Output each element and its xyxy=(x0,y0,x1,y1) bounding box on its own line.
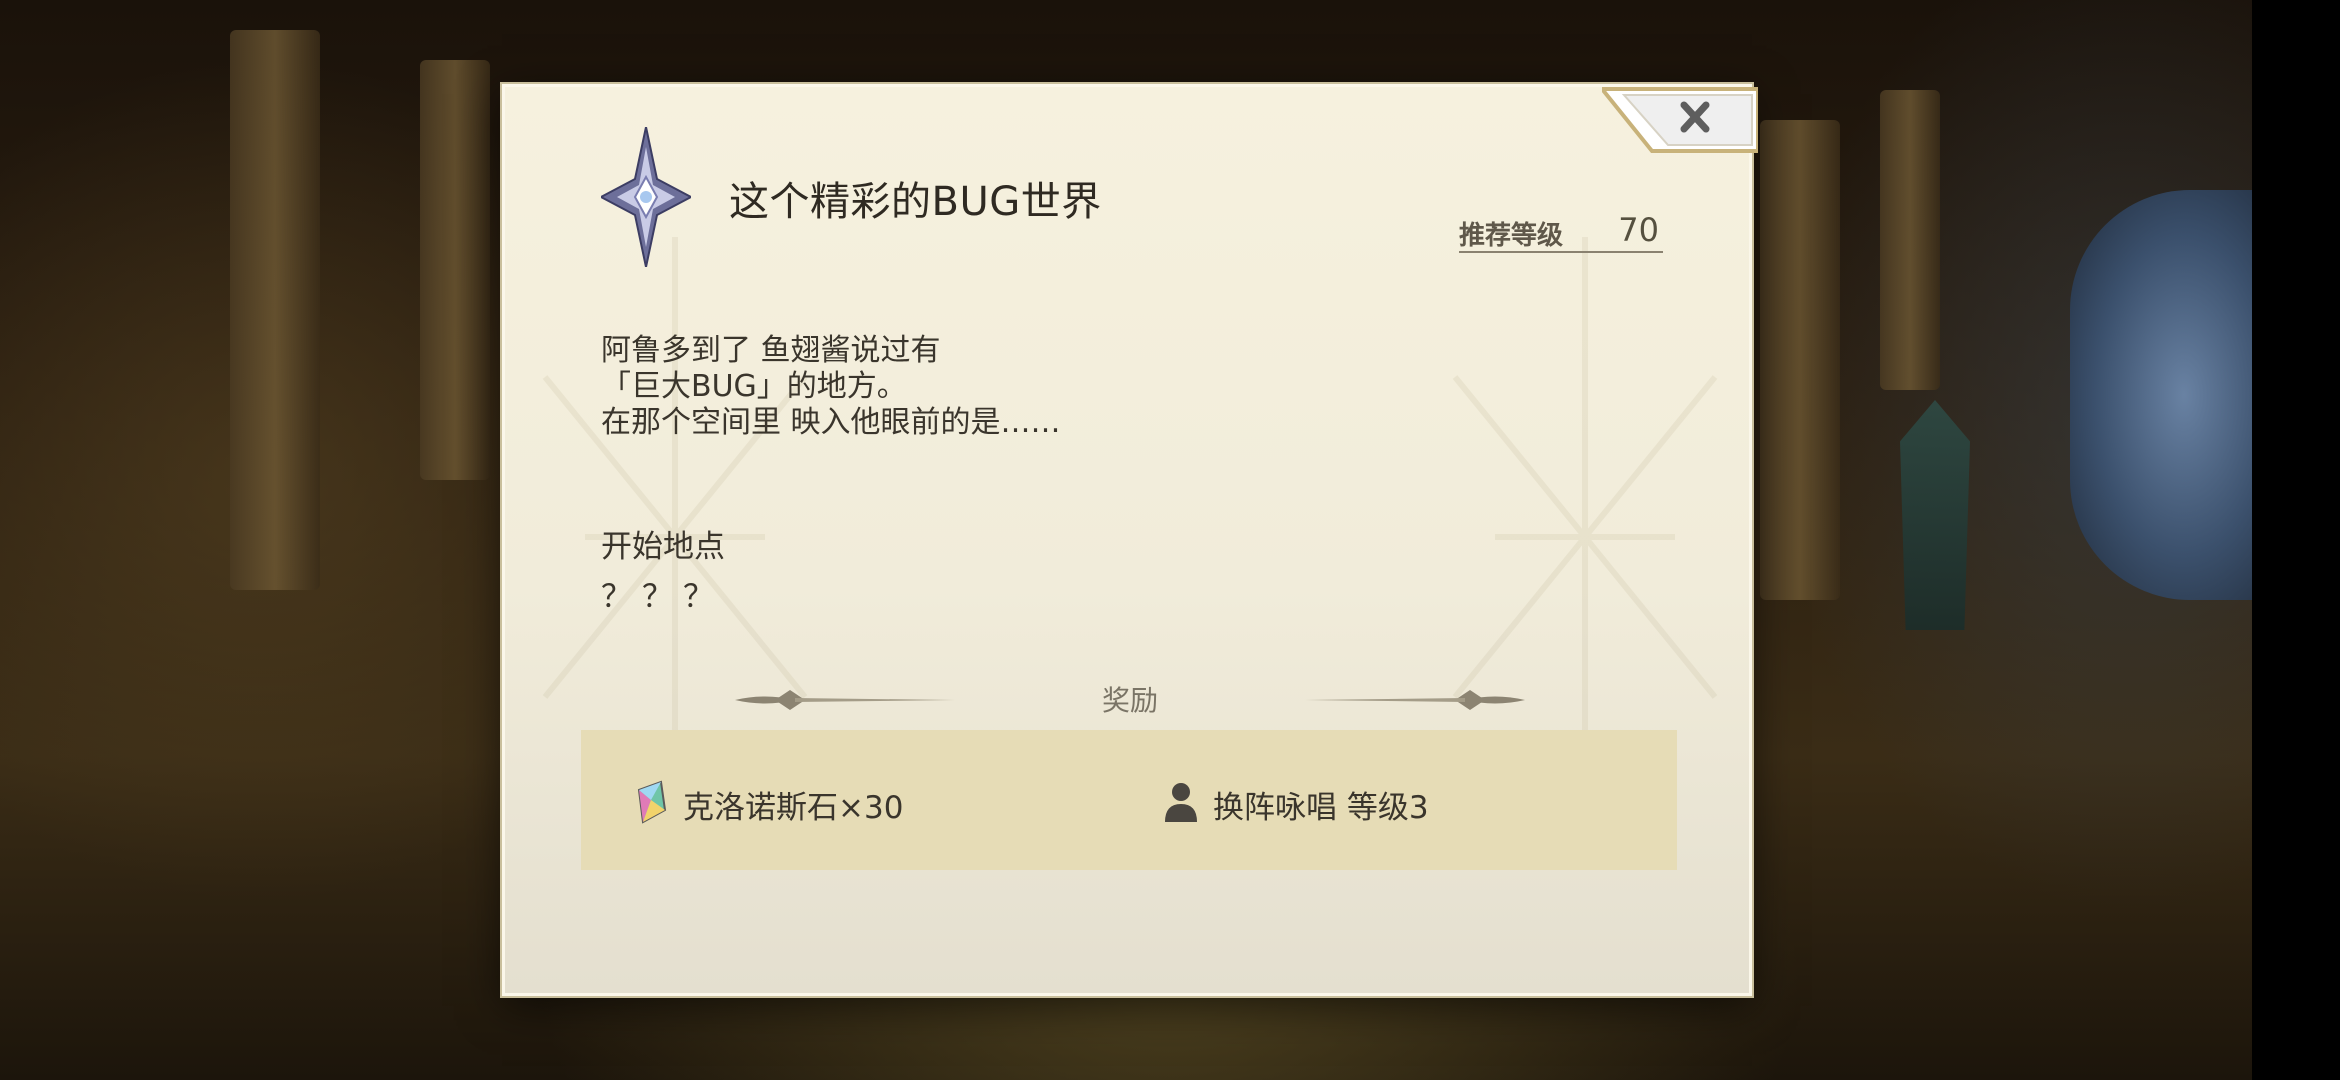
recommended-level-label: 推荐等级 xyxy=(1459,221,1564,251)
crystal-stone-icon xyxy=(637,780,667,824)
reward-header: 奖励 xyxy=(735,669,1525,729)
background-pillar xyxy=(420,60,490,480)
description-line: 「巨大BUG」的地方。 xyxy=(601,369,907,404)
start-location-label: 开始地点 xyxy=(601,529,725,565)
quest-description: 阿鲁多到了 鱼翅酱说过有 「巨大BUG」的地方。 在那个空间里 映入他眼前的是…… xyxy=(601,333,1061,441)
quest-title: 这个精彩的BUG世界 xyxy=(729,179,1102,225)
description-line: 在那个空间里 映入他眼前的是…… xyxy=(601,405,1061,440)
background-pillar xyxy=(230,30,320,590)
person-icon xyxy=(1165,783,1197,822)
close-button[interactable] xyxy=(1597,85,1760,155)
reward-item[interactable]: 换阵咏唱 等级3 xyxy=(1161,780,1561,826)
game-background: 这个精彩的BUG世界 推荐等级 70 阿鲁多到了 鱼翅酱说过有 「巨大BUG」的… xyxy=(0,0,2340,1080)
background-rune-stone xyxy=(1900,400,1970,630)
background-pillar xyxy=(1880,90,1940,390)
close-icon xyxy=(1597,87,1760,153)
description-line: 阿鲁多到了 鱼翅酱说过有 xyxy=(601,333,941,368)
recommended-level-value: 70 xyxy=(1618,211,1659,249)
recommended-level: 推荐等级 70 xyxy=(1459,211,1663,253)
background-portal xyxy=(2070,190,2260,600)
reward-item-text: 换阵咏唱 等级3 xyxy=(1213,790,1429,826)
quest-dialog: 这个精彩的BUG世界 推荐等级 70 阿鲁多到了 鱼翅酱说过有 「巨大BUG」的… xyxy=(502,84,1760,996)
reward-panel: 克洛诺斯石×30 换阵咏唱 等级3 xyxy=(581,730,1677,870)
screen-letterbox xyxy=(2252,0,2340,1080)
ornament-right-icon xyxy=(1305,690,1525,710)
star-emblem-icon xyxy=(601,127,691,267)
background-pillar xyxy=(1760,120,1840,600)
reward-item-text: 克洛诺斯石×30 xyxy=(683,790,904,826)
reward-item[interactable]: 克洛诺斯石×30 xyxy=(631,780,1031,826)
start-location-value: ？？？ xyxy=(601,579,724,615)
